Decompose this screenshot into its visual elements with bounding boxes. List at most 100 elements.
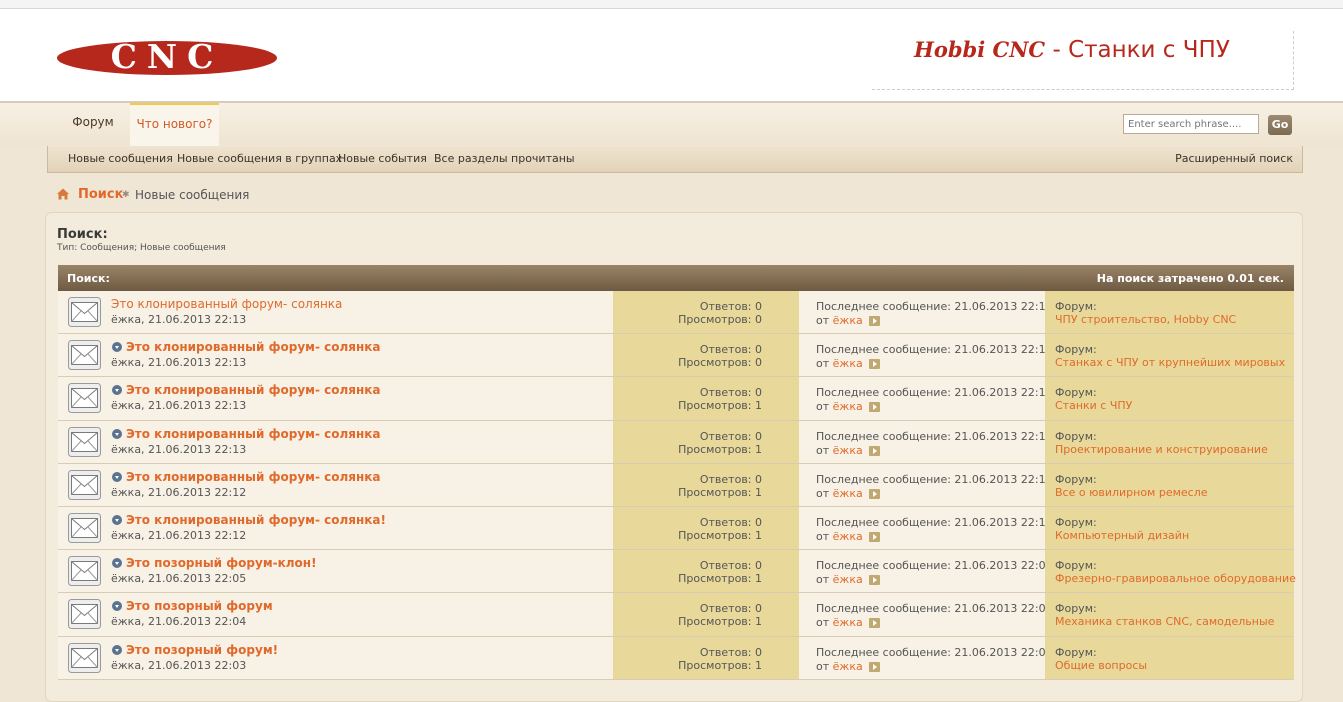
- row-title-cell: Это клонированный форум- солянка ёжка, 21…: [58, 291, 613, 334]
- last-post-by: от ёжка: [816, 400, 880, 413]
- thread-title-link[interactable]: Это клонированный форум- солянка: [111, 297, 342, 311]
- search-input[interactable]: [1123, 114, 1259, 134]
- forum-link[interactable]: Общие вопросы: [1055, 659, 1147, 672]
- first-unread-icon[interactable]: [112, 558, 122, 569]
- breadcrumb-search[interactable]: Поиск: [78, 186, 123, 204]
- last-post-user-link[interactable]: ёжка: [833, 573, 863, 586]
- subnav-bar: Новые сообщения Новые сообщения в группа…: [47, 146, 1303, 173]
- subnav-new-posts[interactable]: Новые сообщения: [68, 146, 173, 172]
- last-post-user-link[interactable]: ёжка: [833, 530, 863, 543]
- table-row: Это клонированный форум- солянка! ёжка, 2…: [58, 506, 1294, 551]
- cnc-logo[interactable]: CNC: [56, 37, 278, 79]
- first-unread-icon[interactable]: [112, 644, 122, 655]
- go-to-last-post-icon[interactable]: [868, 531, 880, 542]
- first-unread-icon[interactable]: [112, 471, 122, 482]
- logo-text: CNC: [111, 37, 224, 76]
- thread-envelope-icon[interactable]: [68, 383, 101, 414]
- last-post-from-label: от: [816, 400, 830, 414]
- forum-link[interactable]: Компьютерный дизайн: [1055, 529, 1189, 542]
- forum-link[interactable]: Станки с ЧПУ: [1055, 399, 1132, 412]
- last-post-date: Последнее сообщение: 21.06.2013 22:13: [816, 300, 1053, 313]
- last-post-by: от ёжка: [816, 530, 880, 543]
- banner-brand: Hobbi CNC: [914, 37, 1046, 62]
- row-title-cell: Это позорный форум! ёжка, 21.06.2013 22:0…: [58, 636, 613, 679]
- forum-link[interactable]: Все о ювилирном ремесле: [1055, 486, 1208, 499]
- last-post-user-link[interactable]: ёжка: [833, 444, 863, 457]
- go-to-last-post-icon[interactable]: [868, 661, 880, 672]
- thread-envelope-icon[interactable]: [68, 512, 101, 543]
- subnav-advanced-search[interactable]: Расширенный поиск: [1175, 146, 1293, 172]
- last-post-date: Последнее сообщение: 21.06.2013 22:05: [816, 559, 1053, 573]
- last-post-by: от ёжка: [816, 660, 880, 673]
- row-lastpost-cell: Последнее сообщение: 21.06.2013 22:13 от …: [799, 377, 1053, 420]
- go-to-last-post-icon[interactable]: [868, 316, 880, 326]
- thread-title-link[interactable]: Это клонированный форум- солянка: [126, 383, 381, 397]
- subnav-new-group-posts[interactable]: Новые сообщения в группах: [177, 146, 342, 172]
- last-post-from-label: от: [816, 357, 830, 371]
- last-post-user-link[interactable]: ёжка: [833, 487, 863, 500]
- thread-envelope-icon[interactable]: [68, 340, 101, 371]
- last-post-user-link[interactable]: ёжка: [833, 400, 863, 413]
- views-count: Просмотров: 1: [678, 442, 762, 456]
- views-count: Просмотров: 1: [678, 572, 762, 586]
- tab-whats-new[interactable]: Что нового?: [130, 103, 219, 147]
- last-post-user-link[interactable]: ёжка: [833, 314, 863, 327]
- go-to-last-post-icon[interactable]: [868, 488, 880, 499]
- results-header: Поиск: На поиск затрачено 0.01 сек.: [58, 265, 1294, 291]
- row-lastpost-cell: Последнее сообщение: 21.06.2013 22:13 от …: [799, 420, 1053, 463]
- tab-forum[interactable]: Форум: [56, 103, 130, 145]
- forum-link[interactable]: Механика станков CNC, самодельные: [1055, 615, 1274, 628]
- thread-title-link[interactable]: Это позорный форум!: [126, 643, 278, 657]
- table-row: Это клонированный форум- солянка ёжка, 21…: [58, 463, 1294, 507]
- thread-envelope-icon[interactable]: [68, 469, 101, 500]
- thread-envelope-icon[interactable]: [68, 297, 101, 327]
- first-unread-icon[interactable]: [112, 601, 122, 612]
- thread-envelope-icon[interactable]: [68, 642, 101, 673]
- last-post-user-link[interactable]: ёжка: [833, 357, 863, 370]
- first-unread-icon[interactable]: [112, 385, 122, 396]
- last-post-by: от ёжка: [816, 487, 880, 500]
- thread-envelope-icon[interactable]: [68, 426, 101, 457]
- thread-title-link[interactable]: Это клонированный форум- солянка!: [126, 513, 386, 527]
- first-unread-icon[interactable]: [112, 514, 122, 525]
- last-post-date: Последнее сообщение: 21.06.2013 22:04: [816, 602, 1053, 616]
- forum-label: Форум:: [1055, 300, 1097, 313]
- views-count: Просмотров: 1: [678, 485, 762, 499]
- row-title-cell: Это клонированный форум- солянка! ёжка, 2…: [58, 506, 613, 550]
- forum-link[interactable]: Проектирование и конструирование: [1055, 443, 1268, 456]
- last-post-from-label: от: [816, 659, 830, 673]
- subnav-new-events[interactable]: Новые события: [338, 146, 427, 172]
- row-lastpost-cell: Последнее сообщение: 21.06.2013 22:05 от …: [799, 550, 1053, 593]
- last-post-user-link[interactable]: ёжка: [833, 660, 863, 673]
- forum-link[interactable]: ЧПУ строительство, Hobby CNC: [1055, 313, 1236, 326]
- forum-label: Форум:: [1055, 602, 1097, 616]
- last-post-from-label: от: [816, 616, 830, 630]
- first-unread-icon[interactable]: [112, 428, 122, 439]
- last-post-date: Последнее сообщение: 21.06.2013 22:12: [816, 472, 1053, 486]
- go-to-last-post-icon[interactable]: [868, 359, 880, 370]
- home-icon[interactable]: [56, 187, 70, 201]
- go-to-last-post-icon[interactable]: [868, 445, 880, 456]
- go-to-last-post-icon[interactable]: [868, 402, 880, 413]
- first-unread-icon[interactable]: [112, 342, 122, 353]
- thread-envelope-icon[interactable]: [68, 599, 101, 630]
- subnav-mark-read[interactable]: Все разделы прочитаны: [434, 146, 575, 172]
- row-lastpost-cell: Последнее сообщение: 21.06.2013 22:13 от …: [799, 291, 1053, 334]
- last-post-user-link[interactable]: ёжка: [833, 616, 863, 629]
- last-post-by: от ёжка: [816, 616, 880, 629]
- thread-title-link[interactable]: Это клонированный форум- солянка: [126, 340, 381, 354]
- forum-link[interactable]: Фрезерно-гравировальное оборудование: [1055, 572, 1296, 585]
- results-list: Это клонированный форум- солянка ёжка, 21…: [58, 291, 1296, 680]
- table-row: Это клонированный форум- солянка ёжка, 21…: [58, 420, 1294, 464]
- thread-title-link[interactable]: Это позорный форум: [126, 599, 273, 613]
- go-to-last-post-icon[interactable]: [868, 575, 880, 586]
- thread-envelope-icon[interactable]: [68, 556, 101, 587]
- forum-link[interactable]: Станках с ЧПУ от крупнейших мировых: [1055, 356, 1285, 369]
- row-lastpost-cell: Последнее сообщение: 21.06.2013 22:12 от …: [799, 463, 1053, 506]
- forum-label: Форум:: [1055, 429, 1097, 443]
- go-to-last-post-icon[interactable]: [868, 618, 880, 629]
- thread-title-link[interactable]: Это клонированный форум- солянка: [126, 427, 381, 441]
- thread-title-link[interactable]: Это позорный форум-клон!: [126, 556, 317, 570]
- thread-title-link[interactable]: Это клонированный форум- солянка: [126, 470, 381, 484]
- search-go-button[interactable]: Go: [1268, 115, 1292, 135]
